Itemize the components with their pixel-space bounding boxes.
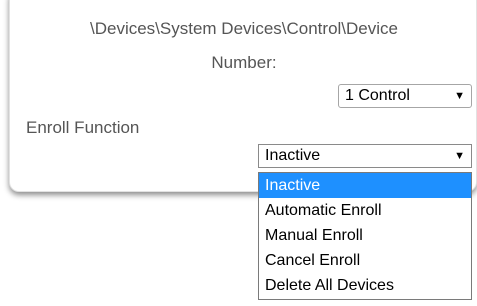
enroll-function-select[interactable]: Inactive ▼ bbox=[258, 144, 472, 168]
device-path-title: \Devices\System Devices\Control\Device bbox=[90, 19, 398, 38]
dropdown-option-delete-all-devices[interactable]: Delete All Devices bbox=[259, 273, 471, 298]
chevron-down-icon: ▼ bbox=[454, 90, 465, 102]
enroll-function-select-value: Inactive bbox=[265, 147, 321, 164]
dropdown-option-inactive[interactable]: Inactive bbox=[259, 173, 471, 198]
dropdown-option-cancel-enroll[interactable]: Cancel Enroll bbox=[259, 248, 471, 273]
device-number-select-value: 1 Control bbox=[345, 87, 410, 104]
dropdown-option-automatic-enroll[interactable]: Automatic Enroll bbox=[259, 198, 471, 223]
dropdown-option-manual-enroll[interactable]: Manual Enroll bbox=[259, 223, 471, 248]
stage: \Devices\System Devices\Control\Device N… bbox=[0, 0, 477, 306]
device-number-label: Number: bbox=[211, 53, 277, 72]
enroll-function-label: Enroll Function bbox=[26, 118, 140, 137]
enroll-function-dropdown-list: Inactive Automatic Enroll Manual Enroll … bbox=[258, 172, 472, 300]
chevron-down-icon: ▼ bbox=[454, 150, 465, 162]
device-number-select[interactable]: 1 Control ▼ bbox=[338, 84, 472, 108]
